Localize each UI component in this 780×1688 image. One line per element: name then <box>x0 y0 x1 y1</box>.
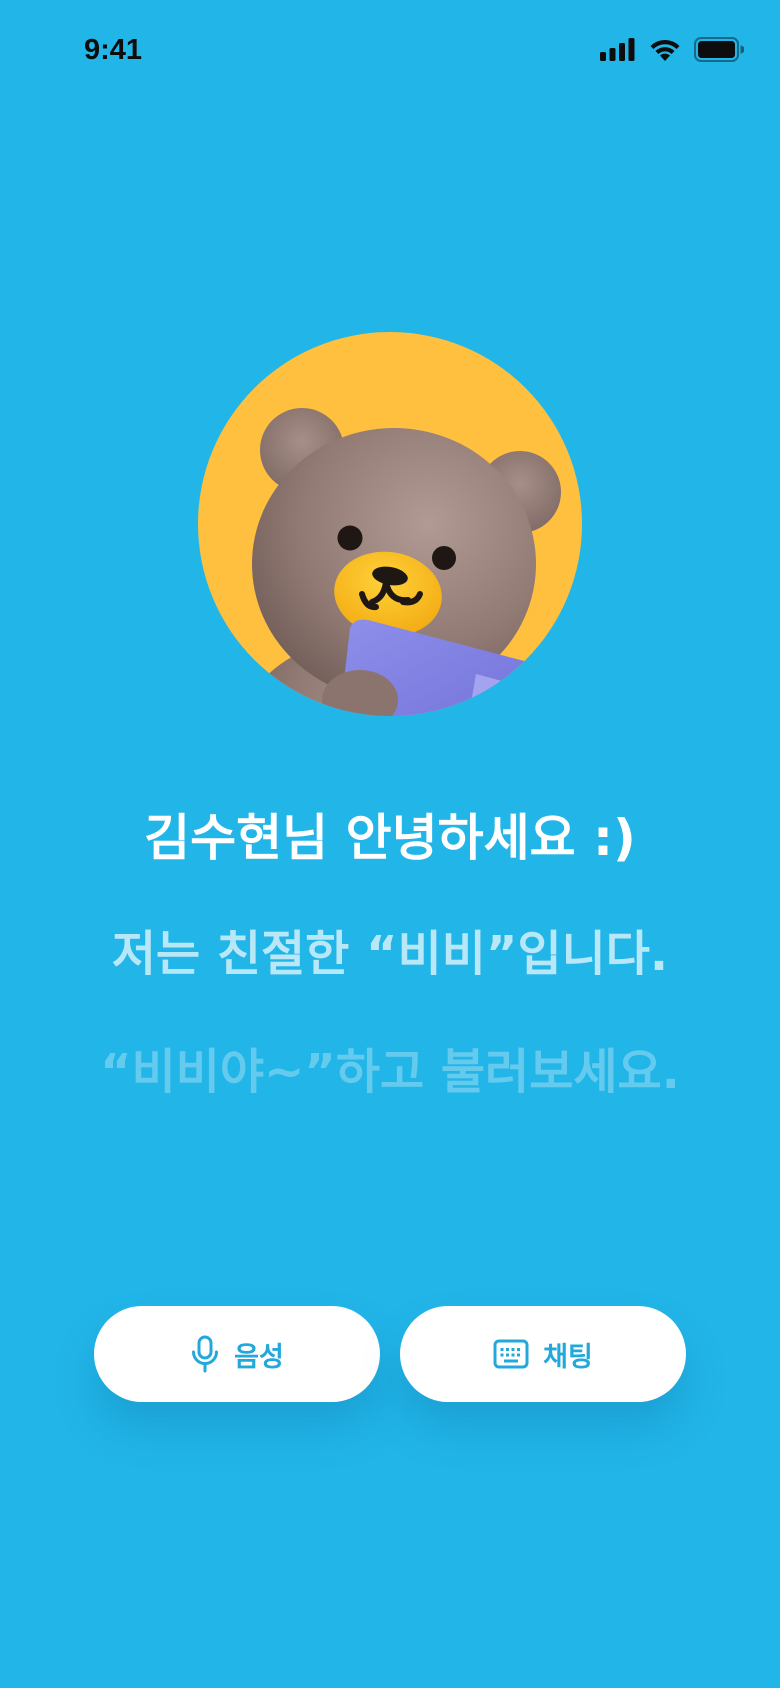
status-bar: 9:41 <box>0 0 780 100</box>
chat-button-label: 채팅 <box>543 1341 593 1373</box>
keyboard-icon <box>493 1339 529 1369</box>
microphone-icon <box>192 1335 219 1373</box>
battery-icon <box>694 36 744 62</box>
greeting-title: 김수현님 안녕하세요 :) <box>144 809 636 867</box>
voice-button-label: 음성 <box>234 1341 284 1373</box>
status-icons <box>600 34 744 64</box>
greeting-wake-word-hint: “비비야~”하고 불러보세요. <box>100 1044 680 1100</box>
status-time: 9:41 <box>84 34 143 66</box>
chat-button[interactable]: 채팅 <box>400 1306 686 1402</box>
avatar <box>198 332 582 716</box>
bear-character-icon <box>244 408 561 716</box>
greeting-introduction: 저는 친절한 “비비”입니다. <box>111 926 669 982</box>
wifi-icon <box>650 39 680 61</box>
cellular-signal-icon <box>600 38 635 61</box>
voice-button[interactable]: 음성 <box>94 1306 380 1402</box>
input-mode-buttons: 음성 채팅 <box>94 1306 686 1402</box>
